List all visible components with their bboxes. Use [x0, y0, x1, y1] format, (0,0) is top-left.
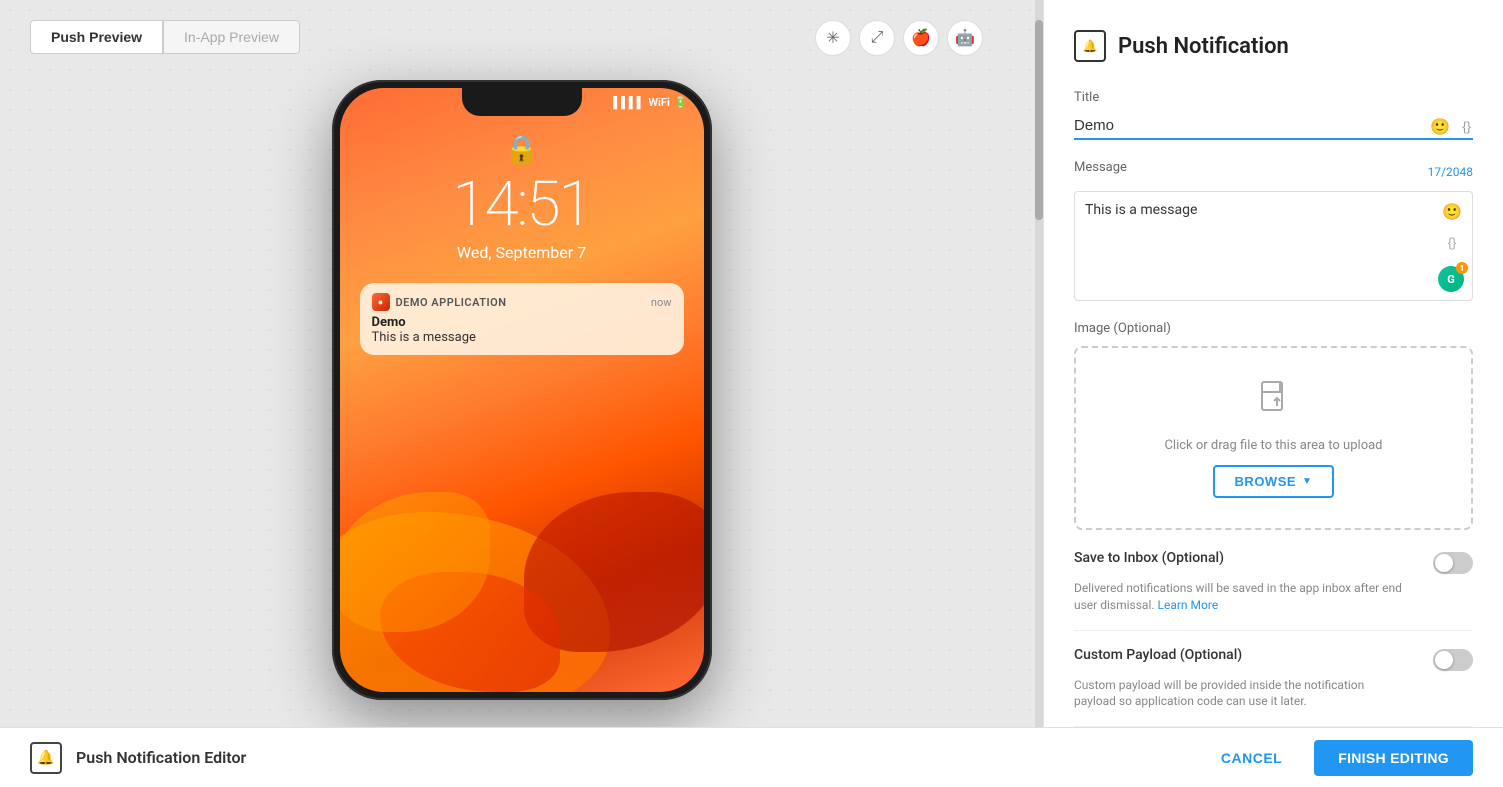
- phone-clock-date: Wed, September 7: [457, 243, 586, 262]
- browse-chevron-icon: ▼: [1302, 476, 1312, 487]
- android-icon-btn[interactable]: 🤖: [947, 20, 983, 56]
- upload-area[interactable]: Click or drag file to this area to uploa…: [1074, 346, 1473, 530]
- save-inbox-desc: Delivered notifications will be saved in…: [1074, 580, 1404, 614]
- variable-btn-message[interactable]: {}: [1440, 232, 1464, 254]
- signal-icon: ▌▌▌▌: [613, 96, 644, 109]
- message-field-row: Message 17/2048 This is a message 🙂 {} G…: [1074, 160, 1473, 301]
- push-preview-tab[interactable]: Push Preview: [30, 20, 163, 54]
- notification-header: ● DEMO APPLICATION now: [372, 293, 672, 311]
- right-panel: 🔔 Push Notification Title 🙂 {}: [1043, 0, 1503, 727]
- android-icon: 🤖: [955, 28, 975, 48]
- custom-payload-row: Custom Payload (Optional): [1074, 647, 1473, 671]
- browse-button[interactable]: BROWSE ▼: [1213, 465, 1335, 498]
- custom-payload-desc: Custom payload will be provided inside t…: [1074, 677, 1404, 711]
- lock-icon: 🔒: [504, 133, 539, 166]
- battery-icon: 🔋: [674, 96, 688, 109]
- message-field-label: Message: [1074, 160, 1127, 175]
- emoji-btn-message[interactable]: 🙂: [1440, 200, 1464, 224]
- panel-icon: 🔔: [1074, 30, 1106, 62]
- phone-screen: ▌▌▌▌ WiFi 🔋 🔒 14:51 Wed, September 7: [340, 88, 704, 692]
- preview-scrollbar[interactable]: [1035, 0, 1043, 727]
- custom-payload-toggle[interactable]: [1433, 649, 1473, 671]
- notification-app-info: ● DEMO APPLICATION: [372, 293, 507, 311]
- cancel-button[interactable]: CANCEL: [1205, 742, 1298, 774]
- emoji-btn-title[interactable]: 🙂: [1428, 115, 1452, 139]
- variable-btn-title[interactable]: {}: [1460, 116, 1473, 138]
- pin-icon-btn[interactable]: ✳: [815, 20, 851, 56]
- bottom-actions: CANCEL FINISH EDITING: [1205, 740, 1473, 776]
- preview-scroll-thumb[interactable]: [1035, 20, 1043, 220]
- phone-wallpaper: ▌▌▌▌ WiFi 🔋 🔒 14:51 Wed, September 7: [340, 88, 704, 692]
- pin-icon: ✳: [826, 28, 839, 48]
- notification-card: ● DEMO APPLICATION now Demo This is a me…: [360, 283, 684, 355]
- bottom-left: 🔔 Push Notification Editor: [30, 742, 246, 774]
- editor-icon: 🔔: [30, 742, 62, 774]
- grammarly-icon: G: [1447, 273, 1455, 286]
- save-inbox-learn-more[interactable]: Learn More: [1158, 598, 1219, 612]
- image-label: Image (Optional): [1074, 321, 1473, 336]
- panel-title: Push Notification: [1118, 34, 1289, 59]
- editor-title: Push Notification Editor: [76, 748, 246, 767]
- upload-text: Click or drag file to this area to uploa…: [1164, 438, 1382, 453]
- preview-panel: Push Preview In-App Preview ✳ ⤢ 🍎 🤖: [0, 0, 1043, 727]
- textarea-wrapper: This is a message 🙂 {} G 1: [1074, 191, 1473, 301]
- title-input-wrapper: 🙂 {}: [1074, 113, 1473, 140]
- emoji-icon-title: 🙂: [1430, 119, 1450, 136]
- apple-icon: 🍎: [911, 28, 931, 48]
- emoji-icon-message: 🙂: [1442, 204, 1462, 221]
- title-input-actions: 🙂 {}: [1428, 115, 1473, 139]
- save-inbox-label: Save to Inbox (Optional): [1074, 550, 1224, 566]
- title-field-row: Title 🙂 {}: [1074, 90, 1473, 140]
- message-textarea[interactable]: This is a message: [1075, 192, 1472, 282]
- message-header: Message 17/2048: [1074, 160, 1473, 183]
- upload-icon: [1254, 378, 1294, 426]
- preview-toolbar-icons: ✳ ⤢ 🍎 🤖: [815, 20, 983, 56]
- editor-icon-symbol: 🔔: [37, 750, 54, 766]
- custom-payload-label: Custom Payload (Optional): [1074, 647, 1242, 663]
- notification-message: This is a message: [372, 330, 672, 345]
- textarea-icons: 🙂 {}: [1440, 200, 1464, 254]
- phone-frame: ▌▌▌▌ WiFi 🔋 🔒 14:51 Wed, September 7: [332, 80, 712, 700]
- notification-app-name: DEMO APPLICATION: [396, 296, 507, 309]
- app-icon: ●: [372, 293, 390, 311]
- save-inbox-toggle[interactable]: [1433, 552, 1473, 574]
- apple-icon-btn[interactable]: 🍎: [903, 20, 939, 56]
- notification-icon: 🔔: [1083, 39, 1098, 53]
- custom-payload-section: Custom Payload (Optional) Custom payload…: [1074, 647, 1473, 727]
- status-right: ▌▌▌▌ WiFi 🔋: [613, 96, 687, 109]
- save-inbox-section: Save to Inbox (Optional) Delivered notif…: [1074, 550, 1473, 631]
- image-section: Image (Optional) Click or drag file to t…: [1074, 321, 1473, 530]
- inapp-preview-tab[interactable]: In-App Preview: [163, 20, 300, 54]
- browse-label: BROWSE: [1235, 474, 1297, 489]
- bottom-bar: 🔔 Push Notification Editor CANCEL FINISH…: [0, 727, 1503, 787]
- preview-tabs: Push Preview In-App Preview: [30, 20, 300, 54]
- grammarly-btn[interactable]: G 1: [1438, 266, 1464, 292]
- grammarly-badge: 1: [1456, 262, 1468, 274]
- finish-editing-button[interactable]: FINISH EDITING: [1314, 740, 1473, 776]
- title-input[interactable]: [1074, 113, 1473, 140]
- phone-clock-time: 14:51: [452, 168, 590, 241]
- phone-notch: [462, 88, 582, 116]
- variable-icon-title: {}: [1462, 119, 1471, 134]
- phone-mockup: ▌▌▌▌ WiFi 🔋 🔒 14:51 Wed, September 7: [332, 80, 712, 700]
- panel-header: 🔔 Push Notification: [1074, 30, 1473, 62]
- expand-icon: ⤢: [871, 29, 884, 47]
- char-count: 17/2048: [1428, 165, 1473, 179]
- notification-time: now: [651, 296, 672, 309]
- variable-icon-message: {}: [1448, 235, 1457, 250]
- expand-icon-btn[interactable]: ⤢: [859, 20, 895, 56]
- save-inbox-row: Save to Inbox (Optional): [1074, 550, 1473, 574]
- title-field-label: Title: [1074, 90, 1473, 105]
- notification-title: Demo: [372, 315, 672, 330]
- wifi-icon: WiFi: [648, 96, 669, 109]
